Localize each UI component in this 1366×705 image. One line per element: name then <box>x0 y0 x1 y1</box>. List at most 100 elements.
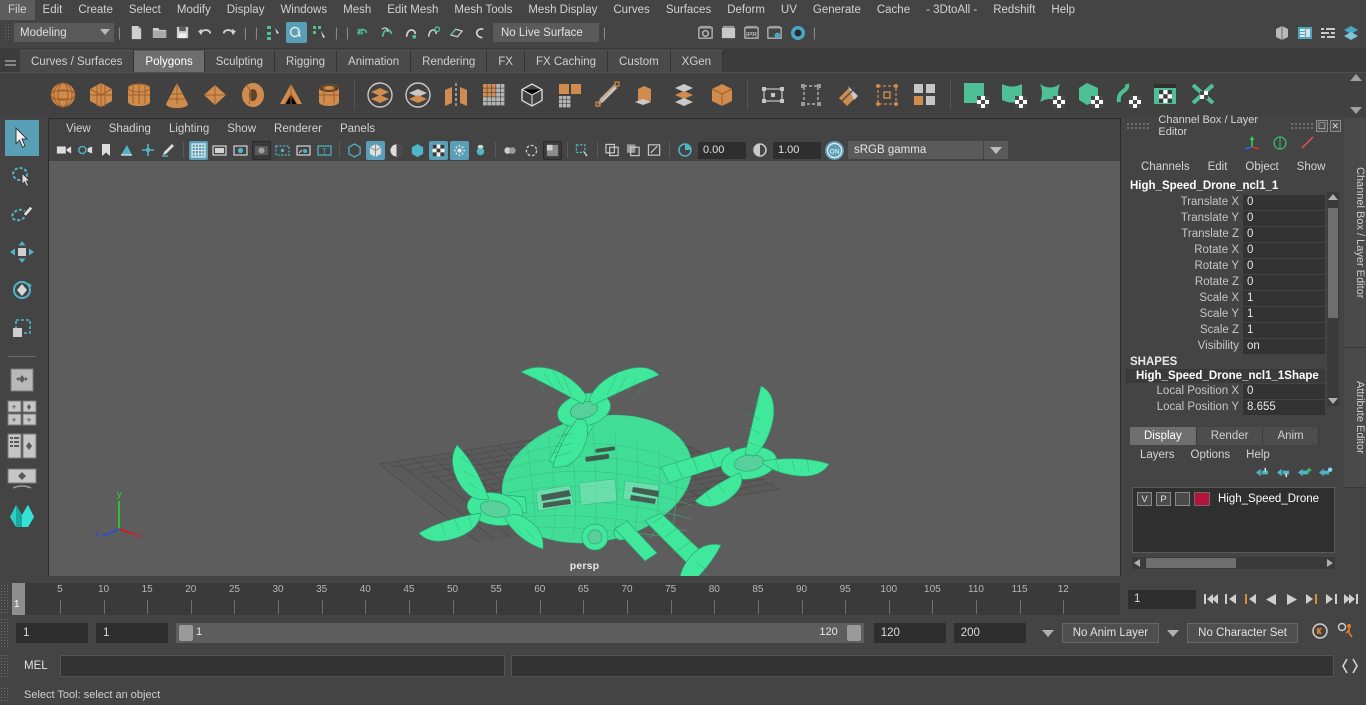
poly-cone-icon[interactable] <box>158 75 196 115</box>
paint-select-tool[interactable] <box>5 196 39 232</box>
shadows-icon[interactable] <box>429 140 448 160</box>
poly-target-weld-icon[interactable] <box>868 75 906 115</box>
scrollbar-thumb[interactable] <box>1328 208 1338 318</box>
menu-item-surfaces[interactable]: Surfaces <box>658 0 719 20</box>
shelf-tab-xgen[interactable]: XGen <box>670 50 724 72</box>
exposure-field[interactable]: 0.00 <box>698 141 746 159</box>
channel-row[interactable]: Rotate X 0 <box>1126 242 1341 258</box>
menu-item-edit[interactable]: Edit <box>35 0 71 20</box>
snap-to-view-plane-icon[interactable] <box>446 22 467 43</box>
select-tool[interactable] <box>5 120 39 156</box>
shelf-scroll-arrows[interactable] <box>1350 74 1362 114</box>
dock-tab-channel-box[interactable]: Channel Box / Layer Editor <box>1344 118 1366 348</box>
uv-cylindrical-icon[interactable] <box>995 75 1033 115</box>
scroll-left-icon[interactable] <box>1134 559 1140 567</box>
step-forward-frame-icon[interactable] <box>1302 589 1320 609</box>
anim-layer-dropdown-icon[interactable] <box>1041 629 1054 637</box>
2d-pan-zoom-icon[interactable] <box>138 141 157 160</box>
character-set-field[interactable]: No Character Set <box>1187 623 1298 643</box>
go-to-end-icon[interactable] <box>1342 589 1360 609</box>
scroll-up-icon[interactable] <box>1350 74 1362 81</box>
snap-to-point-icon[interactable] <box>400 22 421 43</box>
new-scene-icon[interactable] <box>126 22 147 43</box>
layer-shading-toggle[interactable] <box>1175 492 1190 506</box>
dock-tab-attribute-editor[interactable]: Attribute Editor <box>1344 348 1366 488</box>
poly-booleans-icon[interactable] <box>361 75 399 115</box>
redo-icon[interactable] <box>218 22 239 43</box>
poly-mirror-icon[interactable] <box>437 75 475 115</box>
menu-item-help[interactable]: Help <box>1043 0 1083 20</box>
scroll-right-icon[interactable] <box>1327 559 1333 567</box>
layer-tab-anim[interactable]: Anim <box>1263 427 1319 445</box>
poly-pipe-icon[interactable] <box>310 75 348 115</box>
viewport-menu-view[interactable]: View <box>57 119 100 139</box>
render-settings-icon[interactable] <box>764 22 785 43</box>
channel-row[interactable]: Translate Z 0 <box>1126 226 1341 242</box>
view-transform-toggle-icon[interactable]: ON <box>825 140 844 160</box>
anim-layer-field[interactable]: No Anim Layer <box>1061 623 1160 643</box>
four-view-layout[interactable]: + + + <box>4 398 40 428</box>
grease-pencil-icon[interactable] <box>159 141 178 160</box>
uv-spherical-icon[interactable] <box>1033 75 1071 115</box>
panel-drag-dots[interactable] <box>1289 122 1315 130</box>
channel-row[interactable]: Scale X 1 <box>1126 290 1341 306</box>
layer-playback-toggle[interactable]: P <box>1156 492 1171 506</box>
layer-menu-help[interactable]: Help <box>1238 449 1278 461</box>
close-icon[interactable]: ✕ <box>1329 120 1341 132</box>
ipr-render-icon[interactable]: IPR <box>741 22 762 43</box>
channel-row[interactable]: Scale Z 1 <box>1126 322 1341 338</box>
undo-icon[interactable] <box>195 22 216 43</box>
menu-item-windows[interactable]: Windows <box>272 0 335 20</box>
move-tool[interactable] <box>5 234 39 270</box>
menu-item-mesh-display[interactable]: Mesh Display <box>520 0 605 20</box>
channel-row[interactable]: Translate Y 0 <box>1126 210 1341 226</box>
channel-row[interactable]: Rotate Y 0 <box>1126 258 1341 274</box>
create-empty-layer-icon[interactable] <box>1297 466 1312 484</box>
menu-item-deform[interactable]: Deform <box>719 0 773 20</box>
layer-list-item[interactable]: V P High_Speed_Drone <box>1137 492 1330 506</box>
channel-value-field[interactable]: 0 <box>1243 226 1325 242</box>
panel-drag-dots[interactable] <box>1126 122 1151 130</box>
undock-panel-icon[interactable]: ☐ <box>1316 120 1328 132</box>
save-scene-icon[interactable] <box>172 22 193 43</box>
shelf-tab-animation[interactable]: Animation <box>337 50 412 72</box>
channel-box-scrollbar[interactable] <box>1327 192 1339 406</box>
time-slider-playhead[interactable]: 1 <box>12 583 25 615</box>
layer-visibility-toggle[interactable]: V <box>1137 492 1152 506</box>
layer-tab-render[interactable]: Render <box>1196 427 1264 445</box>
shelf-tab-polygons[interactable]: Polygons <box>134 50 205 72</box>
poly-smooth-icon[interactable] <box>475 75 513 115</box>
shelf-tab-sculpting[interactable]: Sculpting <box>204 50 276 72</box>
play-forwards-icon[interactable] <box>1282 589 1300 609</box>
channel-row[interactable]: Visibility on <box>1126 338 1341 354</box>
color-space-dropdown[interactable] <box>984 141 1008 159</box>
lighting-icon[interactable] <box>408 141 427 160</box>
scroll-down-icon[interactable] <box>1328 398 1338 404</box>
wireframe-icon[interactable] <box>345 141 364 160</box>
image-plane-icon[interactable] <box>117 141 136 160</box>
poly-reduce-icon[interactable] <box>513 75 551 115</box>
command-line-grip[interactable] <box>0 654 10 678</box>
paste-view-icon[interactable] <box>624 141 643 160</box>
channel-row[interactable]: Local Position X 0 <box>1126 383 1341 399</box>
uv-unfold-icon[interactable] <box>1109 75 1147 115</box>
channel-box-menu-object[interactable]: Object <box>1236 161 1287 173</box>
command-input-field[interactable] <box>59 655 505 677</box>
move-layer-up-icon[interactable] <box>1255 466 1270 484</box>
persp-outliner-layout[interactable] <box>4 431 40 461</box>
playback-end-time-field[interactable]: 120 <box>873 623 946 643</box>
layer-list[interactable]: V P High_Speed_Drone <box>1132 487 1335 553</box>
channel-value-field[interactable]: 0 <box>1243 274 1325 290</box>
menu-set-selector[interactable]: Modeling <box>14 23 114 42</box>
channel-value-field[interactable]: 1 <box>1243 306 1325 322</box>
menu-item-generate[interactable]: Generate <box>805 0 869 20</box>
channel-box-menu-channels[interactable]: Channels <box>1132 161 1199 173</box>
menu-item-file[interactable]: File <box>0 0 35 20</box>
snap-to-curve-icon[interactable] <box>377 22 398 43</box>
channel-value-field[interactable]: 8.655 <box>1243 399 1325 415</box>
snapshot-view-icon[interactable] <box>645 141 664 160</box>
poly-extrude-icon[interactable] <box>627 75 665 115</box>
command-language-label[interactable]: MEL <box>10 660 60 672</box>
shelf-grip[interactable] <box>0 50 20 72</box>
viewport-menu-panels[interactable]: Panels <box>331 119 384 139</box>
